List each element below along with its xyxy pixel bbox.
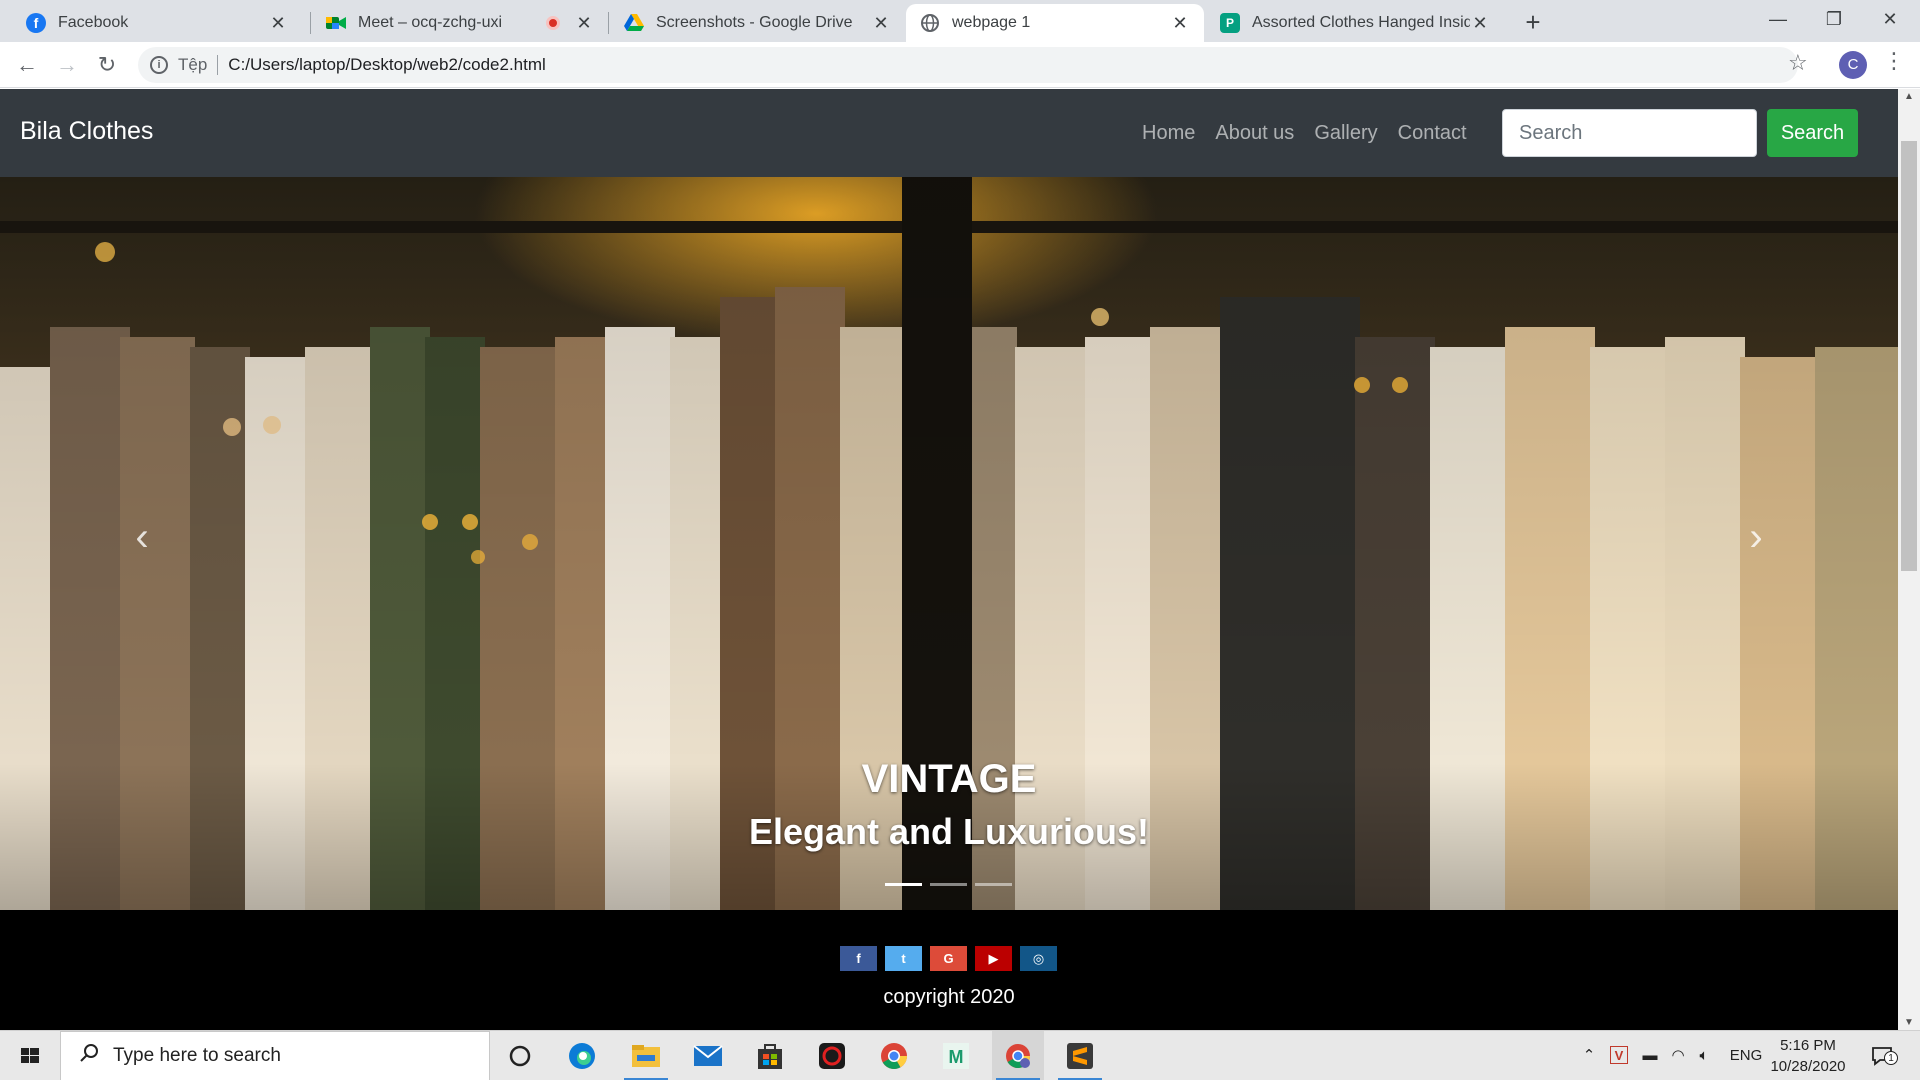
bookmark-star-icon[interactable]: ☆ [1788,50,1808,76]
back-button[interactable]: ← [12,50,42,80]
m-app-icon[interactable]: M [930,1031,982,1080]
tab-divider [310,12,311,34]
globe-icon [920,13,940,33]
site-navbar: Bila Clothes Home About us Gallery Conta… [0,89,1898,177]
close-tab-icon[interactable]: ✕ [871,13,891,34]
pexels-icon: P [1220,13,1240,33]
site-brand[interactable]: Bila Clothes [20,117,153,146]
carousel-prev-icon[interactable]: ‹ [112,507,172,567]
page-viewport: Bila Clothes Home About us Gallery Conta… [0,89,1898,1030]
tab-title: Meet – ocq-zchg-uxi [358,14,503,31]
tab-title: Facebook [58,14,129,31]
edge-icon[interactable] [556,1031,608,1080]
carousel-next-icon[interactable]: › [1726,507,1786,567]
notifications-icon[interactable]: 1 [1862,1031,1902,1080]
close-tab-icon[interactable]: ✕ [574,13,594,34]
start-button[interactable] [0,1031,60,1080]
page-scrollbar[interactable]: ▲ ▼ [1898,89,1920,1030]
windows-logo-icon [21,1048,39,1063]
cortana-icon[interactable] [494,1031,546,1080]
vivaldi-tray-icon[interactable]: V [1606,1031,1632,1080]
minimize-button[interactable]: — [1750,0,1806,40]
close-tab-icon[interactable]: ✕ [1170,13,1190,34]
url-text[interactable]: C:/Users/laptop/Desktop/web2/code2.html [228,55,546,75]
carousel-indicator-3[interactable] [975,883,1012,886]
nav-link-contact[interactable]: Contact [1398,122,1467,145]
more-menu-icon[interactable]: ⋮ [1883,48,1905,74]
reload-button[interactable]: ↻ [92,50,122,80]
google-meet-icon [326,13,346,33]
close-tab-icon[interactable]: ✕ [268,13,288,34]
forward-button[interactable]: → [52,50,82,80]
chrome-profile-icon[interactable] [992,1031,1044,1080]
clock-date: 10/28/2020 [1770,1058,1846,1075]
garena-icon[interactable] [806,1031,858,1080]
tab-facebook[interactable]: f Facebook ✕ [12,4,302,42]
tab-webpage-1[interactable]: webpage 1 ✕ [906,4,1204,42]
browser-toolbar: ← → ↻ i Tệp C:/Users/laptop/Desktop/web2… [0,42,1920,88]
youtube-icon[interactable]: ▶ [975,946,1012,971]
tab-meet[interactable]: Meet – ocq-zchg-uxi ✕ [312,4,608,42]
close-window-button[interactable]: ✕ [1862,0,1918,40]
chrome-icon[interactable] [868,1031,920,1080]
scroll-up-icon[interactable]: ▲ [1898,91,1920,102]
notification-count: 1 [1884,1051,1898,1065]
volume-icon[interactable]: 🔈︎ [1692,1031,1716,1080]
taskbar-clock[interactable]: 5:16 PM 10/28/2020 [1762,1035,1854,1077]
taskbar-search-box[interactable]: Type here to search [60,1031,490,1080]
svg-text:M: M [949,1047,964,1067]
social-links: f t G ▶ ◎ [840,946,1057,971]
carousel-indicator-2[interactable] [930,883,967,886]
scheme-label: Tệp [178,55,208,74]
show-hidden-icons-icon[interactable]: ⌃ [1578,1031,1600,1080]
tab-assorted-clothes[interactable]: P Assorted Clothes Hanged Inside ✕ [1206,4,1504,42]
close-tab-icon[interactable]: ✕ [1470,13,1490,34]
sublime-text-icon[interactable] [1054,1031,1106,1080]
twitter-icon[interactable]: t [885,946,922,971]
facebook-icon: f [26,13,46,33]
clock-time: 5:16 PM [1780,1037,1836,1054]
new-tab-button[interactable]: + [1516,6,1550,40]
windows-taskbar: Type here to search M ⌃ V ▬ ◠ 🔈︎ ENG 5:1… [0,1030,1920,1080]
tab-title: Assorted Clothes Hanged Inside [1252,14,1470,31]
carousel-caption-subtitle: Elegant and Luxurious! [748,811,1150,852]
restore-button[interactable]: ❐ [1806,0,1862,40]
instagram-icon[interactable]: ◎ [1020,946,1057,971]
mail-icon[interactable] [682,1031,734,1080]
info-icon[interactable]: i [150,56,168,74]
input-language[interactable]: ENG [1726,1031,1766,1080]
taskbar-search-placeholder: Type here to search [113,1045,281,1066]
nav-link-home[interactable]: Home [1142,122,1195,145]
tab-title: webpage 1 [952,14,1031,31]
google-drive-icon [624,13,644,33]
scroll-down-icon[interactable]: ▼ [1898,1017,1920,1028]
profile-avatar[interactable]: C [1839,51,1867,79]
search-input[interactable] [1502,109,1757,157]
hero-carousel: ‹ › VINTAGE Elegant and Luxurious! [0,177,1898,910]
battery-icon[interactable]: ▬ [1638,1031,1662,1080]
google-icon[interactable]: G [930,946,967,971]
browser-tab-strip: f Facebook ✕ Meet – ocq-zchg-uxi ✕ Scree… [0,0,1920,42]
tab-google-drive[interactable]: Screenshots - Google Drive ✕ [610,4,905,42]
site-footer: f t G ▶ ◎ copyright 2020 [0,910,1898,1030]
tab-divider [608,12,609,34]
copyright-text: copyright 2020 [883,986,1015,1008]
tab-title: Screenshots - Google Drive [656,14,853,31]
search-icon [79,1043,99,1069]
carousel-caption-title: VINTAGE [861,757,1037,801]
nav-link-about[interactable]: About us [1215,122,1294,145]
scrollbar-thumb[interactable] [1901,141,1917,571]
carousel-indicator-1[interactable] [885,883,922,886]
address-divider [217,55,219,75]
carousel-indicators [885,883,1012,886]
wifi-icon[interactable]: ◠ [1666,1031,1690,1080]
nav-link-gallery[interactable]: Gallery [1314,122,1377,145]
address-bar[interactable]: i Tệp C:/Users/laptop/Desktop/web2/code2… [138,47,1798,83]
search-button[interactable]: Search [1767,109,1858,157]
store-icon[interactable] [744,1031,796,1080]
facebook-icon[interactable]: f [840,946,877,971]
nav-links: Home About us Gallery Contact [1142,122,1467,145]
file-explorer-icon[interactable] [620,1031,672,1080]
recording-indicator-icon [546,16,560,30]
